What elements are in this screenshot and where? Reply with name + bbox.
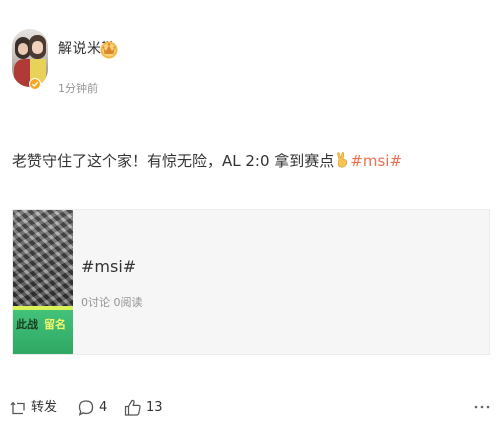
topic-thumbnail: 此战 留名 (13, 210, 73, 354)
post-text: 老赞守住了这个家！有惊无险，AL 2:0 拿到赛点 #msi# (12, 150, 402, 172)
more-options-icon[interactable] (474, 404, 490, 410)
thumbnail-text-left: 此战 (16, 318, 38, 331)
hashtag-link[interactable]: #msi# (350, 152, 402, 170)
repost-icon (10, 401, 25, 414)
topic-card[interactable]: 此战 留名 #msi# 0讨论 0阅读 (12, 209, 490, 355)
topic-stats: 0讨论 0阅读 (81, 296, 143, 309)
repost-button[interactable]: 转发 (10, 398, 57, 418)
thumbs-up-icon (124, 399, 141, 416)
weibo-post: 解说米勒 1分钟前 老赞守住了这个家！有惊无险，AL 2:0 拿到赛点 #msi… (0, 0, 500, 440)
comment-icon (78, 400, 94, 416)
post-text-body: 老赞守住了这个家！有惊无险，AL 2:0 拿到赛点 (12, 152, 335, 170)
post-timestamp: 1分钟前 (58, 82, 98, 95)
comment-count: 4 (99, 400, 108, 415)
like-button[interactable]: 13 (124, 398, 163, 418)
topic-title[interactable]: #msi# (81, 257, 136, 277)
thumbnail-text-right: 留名 (44, 318, 66, 331)
crown-badge-icon[interactable] (99, 38, 119, 60)
verified-badge-icon (29, 78, 41, 90)
like-count: 13 (146, 400, 163, 415)
victory-hand-emoji-icon (337, 152, 348, 168)
comment-button[interactable]: 4 (77, 398, 107, 418)
repost-label: 转发 (31, 400, 58, 415)
